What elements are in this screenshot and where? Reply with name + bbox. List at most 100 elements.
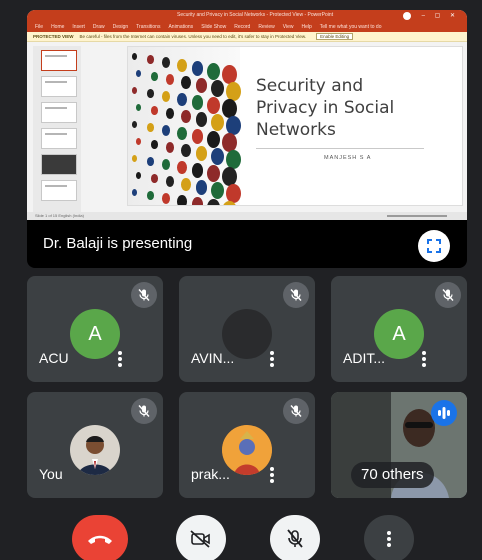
mic-off-icon: [287, 529, 303, 548]
participant-tile-avin[interactable]: AVIN...: [179, 276, 315, 382]
ribbon-tab: Home: [51, 24, 65, 30]
slide-dot: [181, 144, 191, 157]
more-options-button[interactable]: [364, 515, 414, 560]
participant-tile-prak[interactable]: prak...: [179, 392, 315, 498]
camera-off-icon: [190, 530, 210, 548]
account-avatar-icon: [403, 12, 411, 20]
more-options-button[interactable]: [265, 465, 279, 483]
ribbon-tell-me: Tell me what you want to do: [319, 24, 382, 30]
slide-dot: [162, 125, 171, 136]
slide-dot: [211, 182, 224, 199]
slide-dot: [151, 72, 158, 81]
slide-dot: [207, 97, 220, 114]
powerpoint-status-bar: Slide 1 of 15 English (India): [27, 212, 467, 220]
presenter-banner: Dr. Balaji is presenting: [43, 235, 193, 252]
more-options-button[interactable]: [113, 349, 127, 367]
slide-dot: [132, 53, 137, 60]
mic-off-icon: [138, 289, 150, 301]
slide-dot: [207, 131, 220, 148]
slide-dot: [192, 163, 204, 178]
more-options-button[interactable]: [417, 349, 431, 367]
ribbon-tab: Animations: [168, 24, 194, 30]
participant-name: ACU: [39, 350, 69, 366]
slide-dot: [162, 193, 171, 204]
slide-dot: [181, 178, 191, 191]
participant-tile-acu[interactable]: A ACU: [27, 276, 163, 382]
status-text: Slide 1 of 15 English (India): [35, 213, 84, 218]
participant-tile-you[interactable]: You: [27, 392, 163, 498]
slide-dot: [166, 74, 175, 85]
slide-dot: [196, 78, 208, 93]
slide-title: Security and Privacy in Social Networks: [256, 76, 395, 140]
slide-dot: [196, 180, 208, 195]
slide-dot: [132, 121, 137, 128]
speaking-indicator: [431, 400, 457, 426]
slide-dot: [147, 157, 154, 166]
slide-dot: [166, 142, 175, 153]
ribbon-tab: Design: [112, 24, 129, 30]
participant-tile-others[interactable]: 70 others: [331, 392, 467, 498]
slide-thumbnail-pane: [33, 46, 81, 214]
slide-dot: [151, 174, 158, 183]
slide-thumbnail: [41, 50, 77, 71]
slide-dot: [136, 138, 141, 145]
slide-dot: [147, 55, 154, 64]
participant-name: AVIN...: [191, 350, 235, 366]
slide-divider: [256, 148, 424, 149]
window-controls: – ▢ ✕: [421, 13, 459, 19]
slide-dot: [162, 159, 171, 170]
participant-name: You: [39, 466, 63, 482]
powerpoint-title-bar: Security and Privacy in Social Networks …: [27, 10, 467, 22]
slide-dot: [211, 80, 224, 97]
shared-presentation[interactable]: Security and Privacy in Social Networks …: [27, 10, 467, 268]
camera-toggle-button[interactable]: [176, 515, 226, 560]
slide-dot: [196, 112, 208, 127]
mic-off-icon: [290, 405, 302, 417]
slide-dot: [166, 108, 175, 119]
slide-dot: [162, 57, 171, 68]
slide-thumbnail: [41, 102, 77, 123]
slide-dot: [136, 172, 141, 179]
ribbon-tab: Draw: [92, 24, 105, 30]
zoom-slider: [387, 215, 447, 217]
mic-off-indicator: [283, 282, 309, 308]
slide-dot: [151, 106, 158, 115]
slide-dot: [192, 197, 204, 205]
ribbon-tab: Transitions: [136, 24, 161, 30]
slide-dot: [181, 76, 191, 89]
enable-editing-button: Enable Editing: [316, 33, 354, 40]
slide-thumbnail: [41, 180, 77, 201]
slide-dot: [162, 91, 171, 102]
slide-dot: [181, 110, 191, 123]
slide-dot: [132, 189, 137, 196]
others-count[interactable]: 70 others: [351, 462, 434, 488]
mic-off-indicator: [131, 282, 157, 308]
microphone-toggle-button[interactable]: [270, 515, 320, 560]
mic-off-indicator: [283, 398, 309, 424]
slide-dot: [147, 89, 154, 98]
ribbon-tab: Record: [234, 24, 251, 30]
powerpoint-ribbon-tabs: File Home Insert Draw Design Transitions…: [27, 22, 467, 32]
audio-level-icon: [438, 407, 450, 419]
ribbon-tab: Help: [301, 24, 312, 30]
slide-dot: [147, 123, 154, 132]
slide-dot: [192, 95, 204, 110]
participant-tile-adit[interactable]: A ADIT...: [331, 276, 467, 382]
slide-thumbnail: [41, 76, 77, 97]
participant-name: ADIT...: [343, 350, 386, 366]
ribbon-tab: Review: [258, 24, 275, 30]
slide-dot: [211, 148, 224, 165]
slide-dot: [177, 161, 187, 174]
ribbon-tab: Slide Show: [201, 24, 227, 30]
protected-view-label: PROTECTED VIEW: [33, 34, 74, 39]
phone-hangup-icon: [88, 535, 112, 544]
fullscreen-button[interactable]: [418, 230, 450, 262]
mic-off-indicator: [131, 398, 157, 424]
hang-up-button[interactable]: [72, 515, 128, 560]
slide-dot: [192, 129, 204, 144]
participant-name: prak...: [191, 466, 230, 482]
slide-dot: [211, 114, 224, 131]
avatar-photo: [70, 425, 120, 475]
more-vert-icon: [387, 531, 391, 547]
more-options-button[interactable]: [265, 349, 279, 367]
